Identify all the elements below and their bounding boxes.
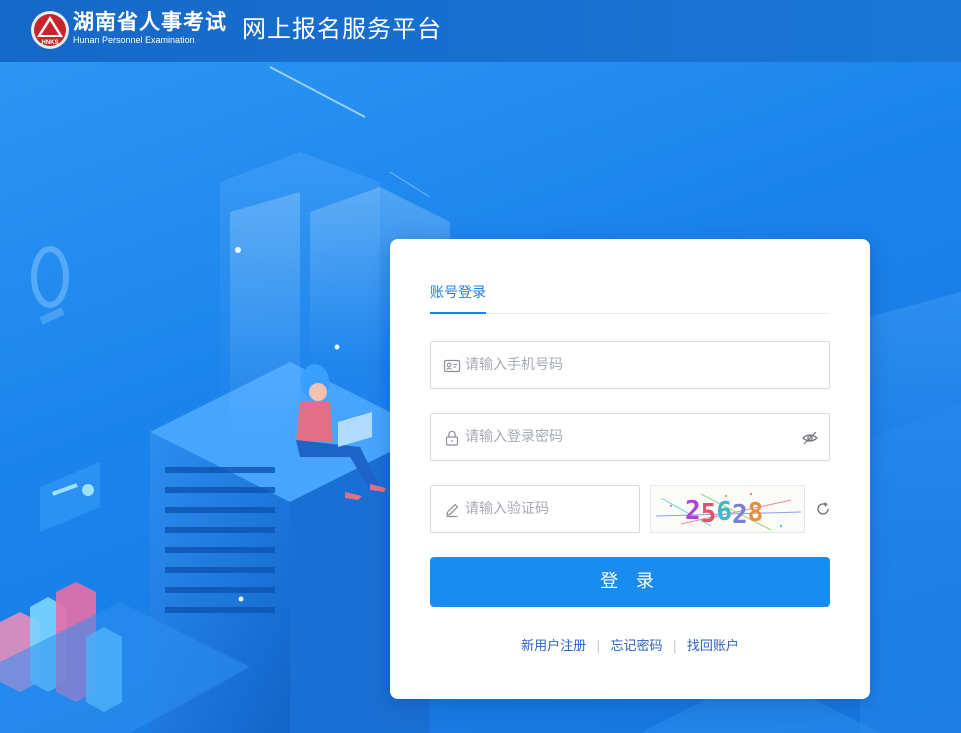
- platform-title: 网上报名服务平台: [242, 15, 442, 43]
- phone-field: [430, 341, 830, 389]
- captcha-char: 5: [701, 499, 717, 529]
- captcha-char: 2: [685, 496, 701, 526]
- logo-english: Hunan Personnel Examination: [73, 35, 195, 45]
- captcha-image[interactable]: 25628: [650, 485, 805, 533]
- tab-divider: [430, 313, 830, 314]
- account-links: 新用户注册 | 忘记密码 | 找回账户: [430, 637, 830, 657]
- captcha-field: [430, 485, 640, 533]
- phone-input[interactable]: [465, 342, 785, 388]
- logo-name: 湖南省人事考试: [73, 10, 227, 34]
- eye-off-icon[interactable]: [801, 429, 819, 447]
- pencil-icon: [446, 503, 459, 518]
- refresh-icon[interactable]: [815, 501, 831, 517]
- captcha-text: 25628: [685, 496, 763, 530]
- link-separator: |: [596, 639, 601, 654]
- forgot-password-link[interactable]: 忘记密码: [610, 639, 662, 654]
- tab-active-indicator: [430, 312, 486, 314]
- tab-account-login[interactable]: 账号登录: [430, 283, 486, 303]
- lock-icon: [445, 430, 459, 446]
- login-button[interactable]: 登 录: [430, 557, 830, 607]
- captcha-char: 2: [732, 500, 748, 530]
- captcha-input[interactable]: [465, 486, 625, 532]
- captcha-char: 8: [748, 498, 764, 528]
- id-card-icon: [443, 359, 461, 373]
- top-header: HNKS 湖南省人事考试 Hunan Personnel Examination…: [0, 0, 961, 62]
- link-separator: |: [672, 639, 677, 654]
- hnks-logo-icon: HNKS: [31, 11, 69, 49]
- logo-badge-text: HNKS: [41, 40, 58, 46]
- captcha-char: 6: [716, 497, 732, 527]
- login-card: 账号登录 请输入手机号码 请输入验证码 25628 登 录 新用户注册 | 忘记…: [390, 239, 870, 699]
- recover-account-link[interactable]: 找回账户: [687, 639, 739, 654]
- register-link[interactable]: 新用户注册: [521, 639, 586, 654]
- password-input[interactable]: [465, 414, 785, 460]
- password-field: [430, 413, 830, 461]
